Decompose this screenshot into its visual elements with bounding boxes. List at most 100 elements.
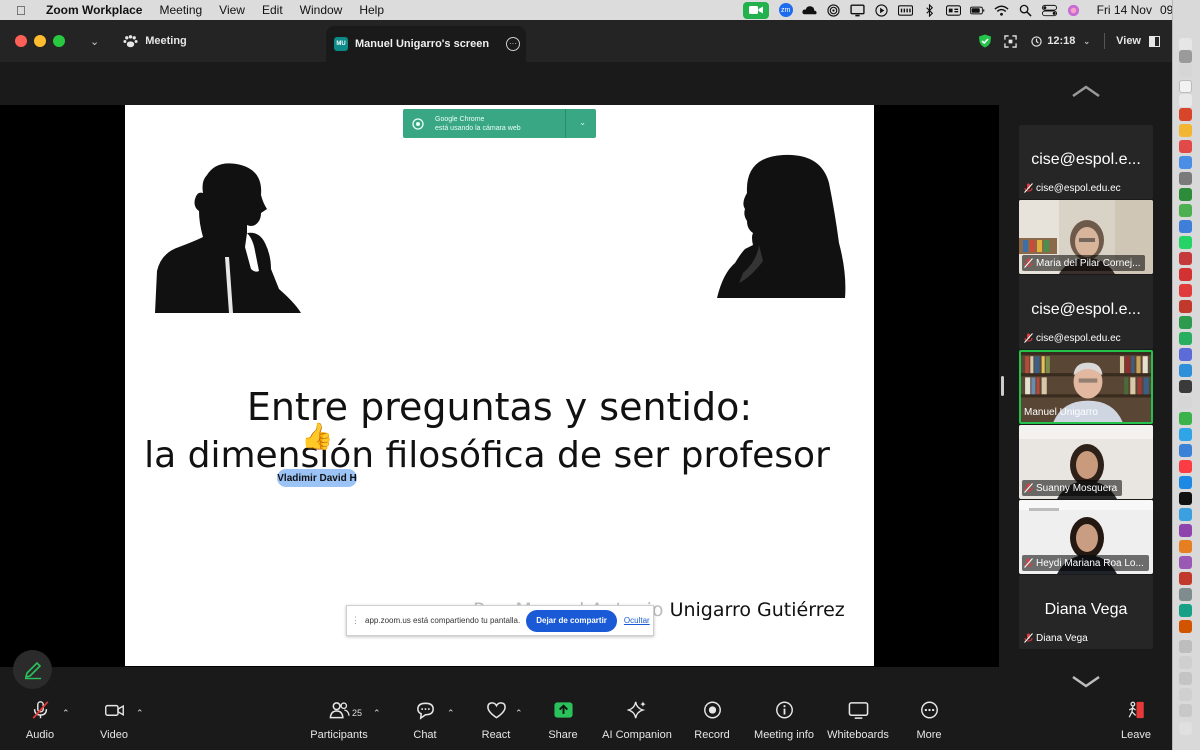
chat-options-chevron-icon[interactable]: ⌃ xyxy=(447,708,455,719)
app-dock-icon[interactable] xyxy=(1179,268,1192,281)
folder-dock-icon[interactable] xyxy=(1179,704,1192,717)
trash-dock-icon[interactable] xyxy=(1179,722,1192,735)
app-dock-icon[interactable] xyxy=(1179,332,1192,345)
record-button[interactable]: Record xyxy=(692,690,732,750)
photos-dock-icon[interactable] xyxy=(1179,94,1192,107)
menu-meeting[interactable]: Meeting xyxy=(159,3,202,17)
app-dock-icon[interactable] xyxy=(1179,188,1192,201)
video-options-chevron-icon[interactable]: ⌃ xyxy=(136,708,144,719)
app-store-dock-icon[interactable] xyxy=(1179,476,1192,489)
shared-screen-view[interactable]: Google Chrome está usando la cámara web … xyxy=(0,105,999,667)
menu-help[interactable]: Help xyxy=(359,3,384,17)
app-dock-icon[interactable] xyxy=(1179,556,1192,569)
menubar-date[interactable]: Fri 14 Nov xyxy=(1097,3,1152,17)
battery-icon[interactable] xyxy=(967,3,989,17)
hide-banner-link[interactable]: Ocultar xyxy=(624,616,650,625)
drag-handle-icon[interactable]: ⋮ xyxy=(351,615,361,626)
more-button[interactable]: More xyxy=(912,690,946,750)
participant-tile[interactable]: Diana Vega Diana Vega xyxy=(1019,575,1153,649)
app-dock-icon[interactable] xyxy=(1179,396,1192,409)
help-dock-icon[interactable] xyxy=(1179,64,1192,77)
app-dock-icon[interactable] xyxy=(1179,604,1192,617)
participant-tile[interactable]: Suanny Mosquera xyxy=(1019,425,1153,499)
chat-button[interactable]: Chat xyxy=(408,690,442,750)
meeting-timer[interactable]: 12:18 ⌄ xyxy=(1031,35,1090,47)
folder-dock-icon[interactable] xyxy=(1179,688,1192,701)
focus-mode-icon[interactable] xyxy=(1004,34,1018,48)
app-dock-icon[interactable] xyxy=(1179,412,1192,425)
audio-button[interactable]: Audio xyxy=(22,690,58,750)
ai-companion-button[interactable]: AI Companion xyxy=(602,690,672,750)
tab-meeting[interactable]: Meeting xyxy=(123,34,187,48)
siri-icon[interactable] xyxy=(1063,3,1085,17)
folder-dock-icon[interactable] xyxy=(1179,656,1192,669)
app-dock-icon[interactable] xyxy=(1179,428,1192,441)
app-dock-icon[interactable] xyxy=(1179,540,1192,553)
whatsapp-dock-icon[interactable] xyxy=(1179,236,1192,249)
whiteboards-button[interactable]: Whiteboards xyxy=(826,690,890,750)
app-dock-icon[interactable] xyxy=(1179,172,1192,185)
tab-shared-screen[interactable]: MU Manuel Unigarro's screen ··· xyxy=(326,26,526,62)
audio-options-chevron-icon[interactable]: ⌃ xyxy=(62,708,70,719)
app-dock-icon[interactable] xyxy=(1179,220,1192,233)
calendar-dock-icon[interactable] xyxy=(1179,80,1192,93)
launchpad-dock-icon[interactable] xyxy=(1179,50,1192,63)
zoom-tray-icon[interactable]: zm xyxy=(775,3,797,17)
app-dock-icon[interactable] xyxy=(1179,572,1192,585)
app-dock-icon[interactable] xyxy=(1179,620,1192,633)
app-dock-icon[interactable] xyxy=(1179,524,1192,537)
menu-window[interactable]: Window xyxy=(300,3,343,17)
app-dock-icon[interactable] xyxy=(1179,588,1192,601)
react-options-chevron-icon[interactable]: ⌃ xyxy=(515,708,523,719)
bluetooth-icon[interactable] xyxy=(919,3,941,17)
app-dock-icon[interactable] xyxy=(1179,108,1192,121)
menu-edit[interactable]: Edit xyxy=(262,3,283,17)
view-button[interactable]: View xyxy=(1116,35,1160,47)
folder-dock-icon[interactable] xyxy=(1179,640,1192,653)
annotate-button[interactable] xyxy=(13,650,52,689)
app-dock-icon[interactable] xyxy=(1179,300,1192,313)
meeting-info-button[interactable]: Meeting info xyxy=(752,690,816,750)
tv-dock-icon[interactable] xyxy=(1179,492,1192,505)
wifi-icon[interactable] xyxy=(991,3,1013,17)
stop-sharing-button[interactable]: Dejar de compartir xyxy=(526,609,617,632)
app-dock-icon[interactable] xyxy=(1179,204,1192,217)
participant-tile[interactable]: Heydi Mariana Roa Lo... xyxy=(1019,500,1153,574)
music-dock-icon[interactable] xyxy=(1179,460,1192,473)
participant-tile[interactable]: cise@espol.e... cise@espol.edu.ec xyxy=(1019,275,1153,349)
close-window-button[interactable] xyxy=(15,35,27,47)
participant-tile[interactable]: cise@espol.e... cise@espol.edu.ec xyxy=(1019,125,1153,199)
app-dock-icon[interactable] xyxy=(1179,140,1192,153)
video-button[interactable]: Video xyxy=(96,690,132,750)
chevron-down-icon[interactable]: ⌄ xyxy=(90,35,99,48)
display-icon[interactable] xyxy=(847,3,869,17)
app-dock-icon[interactable] xyxy=(1179,156,1192,169)
app-dock-icon[interactable] xyxy=(1179,252,1192,265)
panel-resize-handle[interactable] xyxy=(1001,376,1004,396)
chrome-camera-notice[interactable]: Google Chrome está usando la cámara web … xyxy=(403,109,596,138)
app-dock-icon[interactable] xyxy=(1179,364,1192,377)
app-dock-icon[interactable] xyxy=(1179,444,1192,457)
shield-check-icon[interactable] xyxy=(978,34,992,48)
app-menu[interactable]: Zoom Workplace xyxy=(46,3,142,17)
participant-tile[interactable]: Maria del Pilar Cornej... xyxy=(1019,200,1153,274)
participants-options-chevron-icon[interactable]: ⌃ xyxy=(373,708,381,719)
apple-icon[interactable]:  xyxy=(16,3,34,18)
app-dock-icon[interactable] xyxy=(1179,348,1192,361)
app-dock-icon[interactable] xyxy=(1179,508,1192,521)
airdrop-icon[interactable] xyxy=(823,3,845,17)
share-button[interactable]: Share xyxy=(546,690,580,750)
app-dock-icon[interactable] xyxy=(1179,124,1192,137)
folder-dock-icon[interactable] xyxy=(1179,672,1192,685)
app-dock-icon[interactable] xyxy=(1179,316,1192,329)
leave-button[interactable]: Leave xyxy=(1118,690,1154,750)
keyboard-icon[interactable] xyxy=(895,3,917,17)
scroll-up-chevron-icon[interactable] xyxy=(1071,84,1101,98)
chevron-down-icon[interactable]: ⌄ xyxy=(579,118,586,127)
play-icon[interactable] xyxy=(871,3,893,17)
more-options-icon[interactable]: ··· xyxy=(506,37,520,51)
menu-view[interactable]: View xyxy=(219,3,245,17)
minimize-window-button[interactable] xyxy=(34,35,46,47)
scroll-down-chevron-icon[interactable] xyxy=(1071,675,1101,689)
control-center-icon[interactable] xyxy=(1039,3,1061,17)
